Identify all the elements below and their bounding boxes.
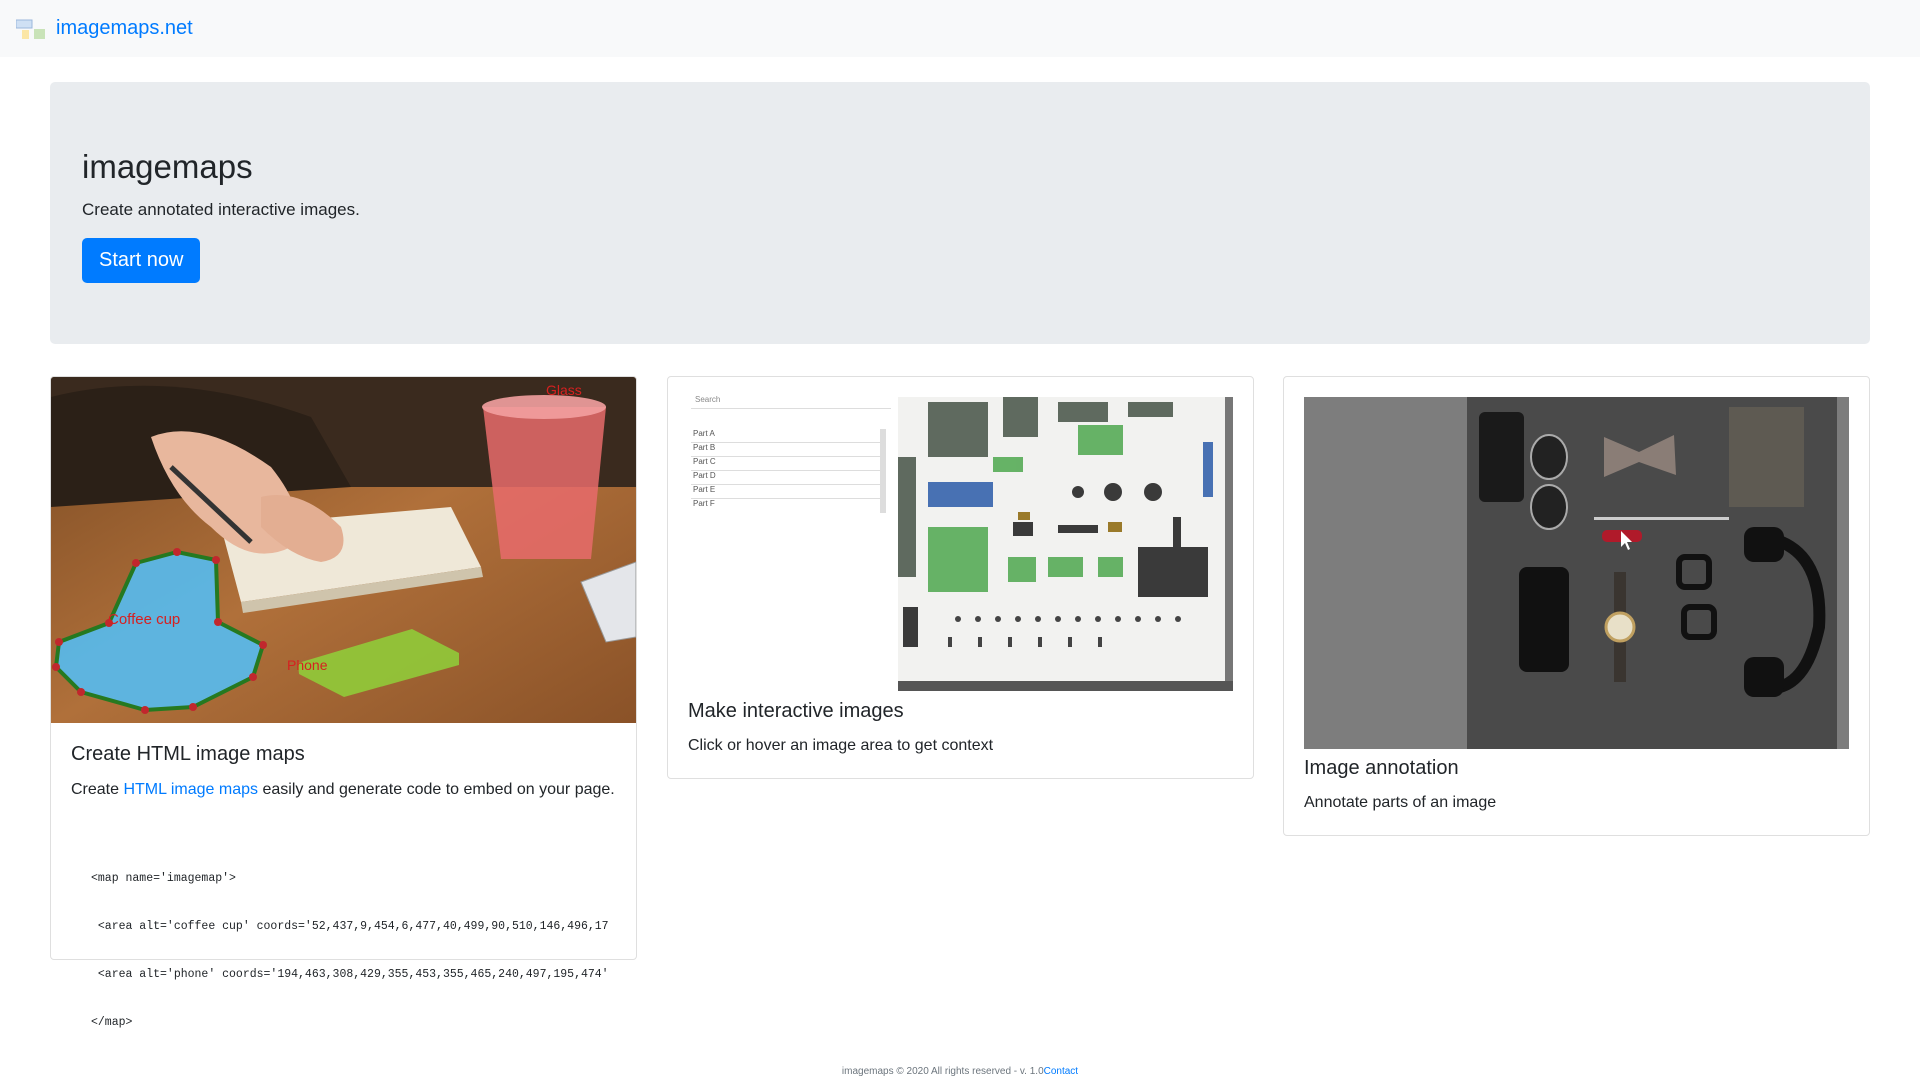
list-item[interactable]: Part D: [691, 471, 880, 485]
card-text-before: Create: [71, 781, 124, 798]
card-title: Image annotation: [1304, 757, 1459, 779]
code-snippet: <map name='imagemap'> <area alt='coffee …: [91, 839, 621, 1063]
brand-link[interactable]: imagemaps.net: [56, 17, 193, 40]
navbar: imagemaps.net: [0, 0, 1920, 57]
card-title: Make interactive images: [688, 700, 904, 722]
flatlay-accessories-image[interactable]: [1304, 397, 1849, 749]
code-line: </map>: [91, 1016, 133, 1029]
parts-list-panel: Search Part A Part B Part C Part D Part …: [691, 395, 891, 655]
list-item[interactable]: Part A: [691, 429, 880, 443]
card-text: Click or hover an image area to get cont…: [688, 737, 994, 754]
list-item[interactable]: Part C: [691, 457, 880, 471]
contact-link[interactable]: Contact: [1044, 1066, 1078, 1077]
coffee-desk-image[interactable]: Glass Phone Coffee cup: [51, 377, 636, 723]
glass-label: Glass: [546, 382, 582, 398]
code-line: <area alt='coffee cup' coords='52,437,9,…: [91, 920, 609, 933]
html-image-maps-link[interactable]: HTML image maps: [123, 781, 258, 798]
code-line: <map name='imagemap'>: [91, 872, 236, 885]
footer: imagemaps © 2020 All rights reserved - v…: [0, 1066, 1920, 1077]
card-image-annotation: Image annotation Annotate parts of an im…: [1283, 376, 1870, 836]
card-title: Create HTML image maps: [71, 743, 305, 765]
imagemaps-logo-icon[interactable]: [15, 18, 46, 40]
list-item[interactable]: Part F: [691, 499, 880, 513]
list-item[interactable]: Part B: [691, 443, 880, 457]
parts-list: Part A Part B Part C Part D Part E Part …: [691, 429, 886, 513]
start-now-button[interactable]: Start now: [82, 237, 201, 283]
card-text: Create HTML image maps easily and genera…: [71, 781, 631, 799]
list-item[interactable]: Part E: [691, 485, 880, 499]
coffee-cup-label: Coffee cup: [108, 611, 180, 628]
search-input[interactable]: Search: [691, 395, 891, 409]
hero-subtitle: Create annotated interactive images.: [82, 199, 360, 219]
hero-title: imagemaps: [82, 148, 253, 185]
phone-label: Phone: [287, 657, 328, 673]
card-html-image-maps: Glass Phone Coffee cup Create HTML image…: [50, 376, 637, 1029]
card-text: Annotate parts of an image: [1304, 794, 1497, 811]
card-text-after: easily and generate code to embed on you…: [258, 781, 615, 798]
footer-text: imagemaps © 2020 All rights reserved - v…: [841, 1066, 1044, 1077]
hero-jumbotron: imagemaps Create annotated interactive i…: [50, 82, 1870, 344]
card-interactive-images: Search Part A Part B Part C Part D Part …: [667, 376, 1254, 779]
electronics-parts-image[interactable]: [898, 397, 1233, 691]
code-line: <area alt='phone' coords='194,463,308,42…: [91, 968, 609, 981]
